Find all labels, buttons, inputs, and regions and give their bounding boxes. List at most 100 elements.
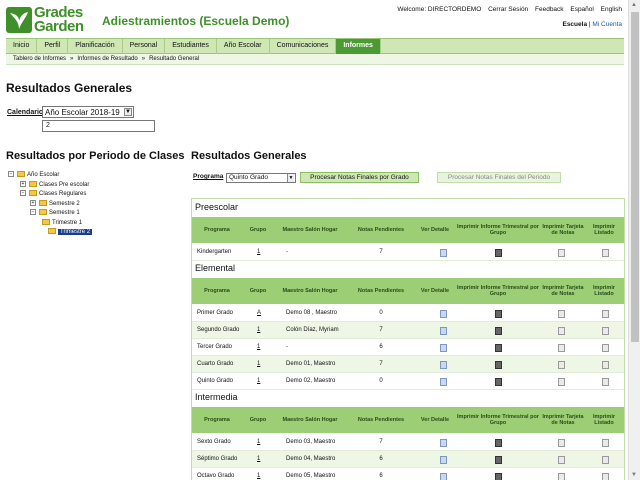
- view-detail-icon[interactable]: [440, 344, 447, 352]
- table-row: Kindergarten 1 - 7: [192, 244, 624, 261]
- view-detail-icon[interactable]: [440, 361, 447, 369]
- list-document-icon[interactable]: [602, 344, 609, 352]
- expand-icon[interactable]: +: [20, 181, 26, 188]
- view-detail-icon[interactable]: [440, 439, 447, 447]
- collapse-icon[interactable]: −: [20, 190, 26, 197]
- list-document-icon[interactable]: [602, 378, 609, 386]
- list-document-icon[interactable]: [602, 361, 609, 369]
- grupo-link[interactable]: 1: [257, 451, 260, 468]
- process-grades-button[interactable]: Procesar Notas Finales por Grado: [300, 172, 419, 183]
- tab-5[interactable]: Año Escolar: [217, 39, 270, 54]
- maestro-cell: Demo 01, Maestro: [286, 361, 336, 367]
- grupo-link[interactable]: A: [257, 305, 261, 322]
- table-row: Séptimo Grado 1 Demo 04, Maestro 6: [192, 451, 624, 468]
- list-document-icon[interactable]: [602, 310, 609, 318]
- calendar-select[interactable]: Año Escolar 2018-19 ▼: [42, 106, 134, 118]
- tab-3[interactable]: Personal: [123, 39, 166, 54]
- printer-icon[interactable]: [495, 439, 502, 447]
- report-card-icon[interactable]: [558, 361, 565, 369]
- feedback-link[interactable]: Feedback: [535, 6, 564, 13]
- printer-icon[interactable]: [495, 378, 502, 386]
- list-document-icon[interactable]: [602, 456, 609, 464]
- program-label[interactable]: Programa: [193, 173, 223, 180]
- tab-4[interactable]: Estudiantes: [165, 39, 217, 54]
- grupo-link[interactable]: 1: [257, 322, 260, 339]
- expand-icon[interactable]: +: [30, 200, 36, 207]
- scrollbar-thumb[interactable]: [631, 12, 639, 342]
- report-card-icon[interactable]: [558, 327, 565, 335]
- report-card-icon[interactable]: [558, 378, 565, 386]
- program-select[interactable]: Quinto Grado ▼: [226, 173, 296, 183]
- report-card-icon[interactable]: [558, 310, 565, 318]
- breadcrumb-item[interactable]: Informes de Resultado: [77, 56, 137, 62]
- period-input[interactable]: 2: [42, 120, 155, 132]
- tab-1[interactable]: Perfil: [37, 39, 69, 54]
- grupo-link[interactable]: 1: [257, 468, 260, 480]
- maestro-cell: Demo 04, Maestro: [286, 456, 336, 462]
- page-title: Resultados Generales: [6, 81, 133, 95]
- grupo-link[interactable]: 1: [257, 339, 260, 356]
- printer-icon[interactable]: [495, 310, 502, 318]
- view-detail-icon[interactable]: [440, 310, 447, 318]
- scroll-down-icon[interactable]: ▼: [631, 472, 637, 478]
- process-period-button[interactable]: Procesar Notas Finales del Periodo: [437, 172, 561, 183]
- grupo-link[interactable]: 1: [257, 434, 260, 451]
- tab-0[interactable]: Inicio: [6, 39, 38, 54]
- table-header: Programa Grupo Maestro Salón Hogar Notas Pe…: [192, 217, 624, 243]
- tree-node[interactable]: − Clases Regulares: [20, 190, 86, 199]
- tree-node[interactable]: + Semestre 2: [30, 200, 80, 209]
- view-detail-icon[interactable]: [440, 473, 447, 480]
- english-link[interactable]: English: [601, 6, 622, 13]
- list-document-icon[interactable]: [602, 327, 609, 335]
- tree-node[interactable]: Trimestre 2: [48, 228, 93, 237]
- column-header: Imprimir Informe Trimestral por Grupo: [457, 223, 539, 237]
- tab-7[interactable]: Informes: [336, 39, 381, 54]
- vertical-scrollbar[interactable]: ▲ ▼: [628, 0, 640, 480]
- tree-node[interactable]: − Año Escolar: [8, 171, 59, 180]
- column-header: Notas Pendientes: [357, 416, 405, 423]
- tree-node[interactable]: + Clases Pre escolar: [20, 181, 89, 190]
- app-logo[interactable]: Grades Garden: [6, 5, 96, 35]
- view-detail-icon[interactable]: [440, 378, 447, 386]
- breadcrumb-item[interactable]: Tablero de Informes: [13, 56, 66, 62]
- report-card-icon[interactable]: [558, 456, 565, 464]
- table-row: Cuarto Grado 1 Demo 01, Maestro 7: [192, 356, 624, 373]
- printer-icon[interactable]: [495, 361, 502, 369]
- view-detail-icon[interactable]: [440, 327, 447, 335]
- printer-icon[interactable]: [495, 344, 502, 352]
- grupo-link[interactable]: 1: [257, 373, 260, 390]
- printer-icon[interactable]: [495, 327, 502, 335]
- list-document-icon[interactable]: [602, 249, 609, 257]
- collapse-icon[interactable]: −: [8, 171, 14, 178]
- folder-icon: [39, 209, 47, 216]
- maestro-cell: -: [286, 344, 288, 350]
- tree-node[interactable]: Trimestre 1: [42, 219, 82, 228]
- calendar-label[interactable]: Calendario: [7, 109, 43, 116]
- espanol-link[interactable]: Español: [570, 6, 594, 13]
- scroll-up-icon[interactable]: ▲: [631, 2, 637, 8]
- view-detail-icon[interactable]: [440, 249, 447, 257]
- list-document-icon[interactable]: [602, 439, 609, 447]
- school-link[interactable]: Escuela: [562, 21, 587, 28]
- printer-icon[interactable]: [495, 249, 502, 257]
- grupo-link[interactable]: 1: [257, 356, 260, 373]
- tree-node[interactable]: − Semestre 1: [30, 209, 80, 218]
- printer-icon[interactable]: [495, 456, 502, 464]
- grupo-link[interactable]: 1: [257, 244, 260, 261]
- program-select-value: Quinto Grado: [229, 174, 269, 181]
- folder-icon: [17, 171, 25, 178]
- report-card-icon[interactable]: [558, 249, 565, 257]
- tab-2[interactable]: Planificación: [68, 39, 123, 54]
- list-document-icon[interactable]: [602, 473, 609, 480]
- view-detail-icon[interactable]: [440, 456, 447, 464]
- column-header: Imprimir Listado: [592, 284, 615, 298]
- logout-link[interactable]: Cerrar Sesión: [488, 6, 528, 13]
- report-card-icon[interactable]: [558, 473, 565, 480]
- report-card-icon[interactable]: [558, 344, 565, 352]
- collapse-icon[interactable]: −: [30, 209, 36, 216]
- report-card-icon[interactable]: [558, 439, 565, 447]
- account-link[interactable]: Mi Cuenta: [592, 21, 622, 28]
- printer-icon[interactable]: [495, 473, 502, 480]
- column-header: Imprimir Informe Trimestral por Grupo: [457, 284, 539, 298]
- tab-6[interactable]: Comunicaciones: [270, 39, 337, 54]
